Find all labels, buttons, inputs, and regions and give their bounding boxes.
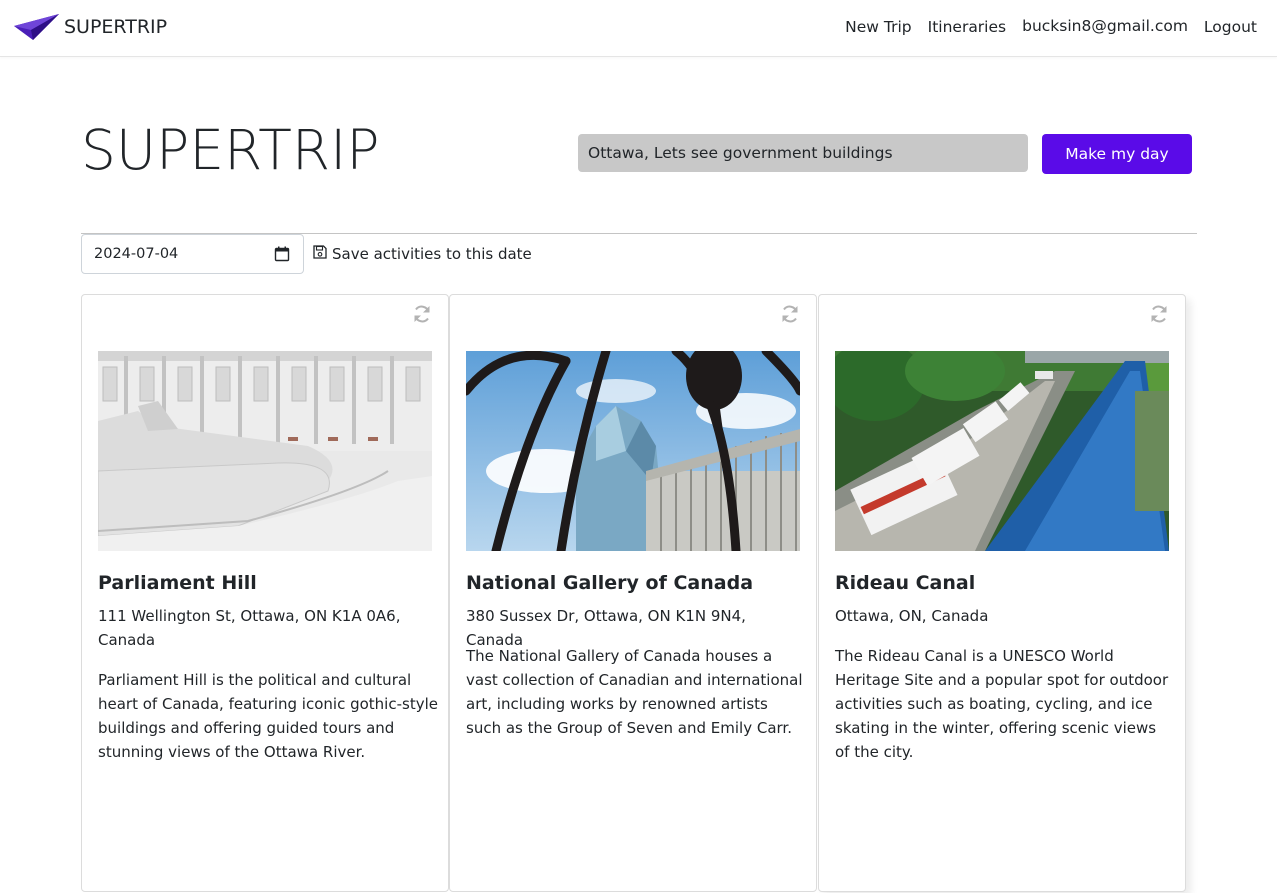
card-address: 111 Wellington St, Ottawa, ON K1A 0A6, C…: [98, 607, 401, 649]
nav-itineraries[interactable]: Itineraries: [928, 18, 1006, 36]
brand-name: SUPERTRIP: [64, 16, 168, 38]
rideau-canal-image: [835, 351, 1169, 551]
refresh-icon[interactable]: [780, 304, 800, 328]
card-title: Rideau Canal: [835, 572, 976, 594]
parliament-hill-image: [98, 351, 432, 551]
nav-new-trip[interactable]: New Trip: [845, 18, 911, 36]
activity-card: Parliament Hill 111 Wellington St, Ottaw…: [81, 294, 449, 892]
nav-user-email[interactable]: bucksin8@gmail.com: [1022, 17, 1188, 35]
trip-query-input[interactable]: [578, 134, 1028, 172]
nav-links: New Trip Itineraries bucksin8@gmail.com …: [829, 17, 1257, 36]
card-title: National Gallery of Canada: [466, 572, 754, 594]
card-description: The Rideau Canal is a UNESCO World Herit…: [835, 647, 1169, 761]
nav-logout[interactable]: Logout: [1204, 18, 1257, 36]
national-gallery-image: [466, 351, 800, 551]
card-description: Parliament Hill is the political and cul…: [98, 671, 438, 761]
activity-card: Rideau Canal Ottawa, ON, Canada The Ride…: [818, 294, 1186, 892]
save-activities-button[interactable]: Save activities to this date: [313, 245, 532, 263]
card-description: The National Gallery of Canada houses a …: [466, 647, 803, 737]
save-activities-label: Save activities to this date: [332, 245, 532, 263]
card-title: Parliament Hill: [98, 572, 257, 594]
make-my-day-button[interactable]: Make my day: [1042, 134, 1192, 174]
page-title: SUPERTRIP: [81, 118, 380, 182]
brand[interactable]: SUPERTRIP: [13, 13, 167, 41]
paper-plane-icon: [13, 13, 61, 41]
refresh-icon[interactable]: [1149, 304, 1169, 328]
date-input[interactable]: 2024-07-04: [81, 234, 304, 274]
floppy-disk-icon: [313, 245, 332, 263]
calendar-icon[interactable]: [274, 246, 290, 266]
date-value: 2024-07-04: [94, 246, 179, 262]
refresh-icon[interactable]: [412, 304, 432, 328]
card-address: Ottawa, ON, Canada: [835, 607, 989, 625]
navbar: SUPERTRIP New Trip Itineraries bucksin8@…: [0, 0, 1277, 57]
activity-card: National Gallery of Canada 380 Sussex Dr…: [449, 294, 817, 892]
